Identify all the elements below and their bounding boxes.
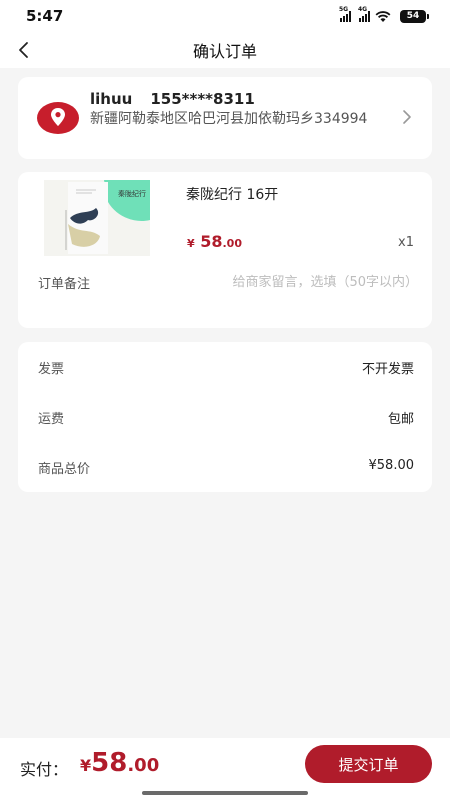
product-title: 秦陇纪行 16开 [186,187,279,203]
product-price: ¥ 58.00 [187,232,242,251]
order-summary-card: 发票 不开发票 运费 包邮 商品总价 ¥58.00 [18,342,432,492]
address-phone: 155****8311 [150,90,255,108]
product-price-int: 58 [200,232,223,251]
product-quantity: x1 [398,235,414,250]
pay-label: 实付： [20,760,69,779]
shipping-row: 运费 包邮 [38,408,414,427]
invoice-label: 发票 [38,362,65,377]
subtotal-label: 商品总价 [38,462,91,477]
pay-amount-int: 58 [91,748,128,778]
network-tag-4g: 4G [358,5,368,13]
remark-input[interactable] [178,270,418,294]
nav-bar: 确认订单 [0,32,450,68]
pay-amount-symbol: ¥ [80,756,92,775]
book-cover-title: 秦陇纪行 [118,189,146,198]
location-pin-icon [37,102,79,134]
product-price-dec: .00 [222,237,243,250]
book-cover-image: 秦陇纪行 [44,180,150,256]
shipping-value: 包邮 [387,412,414,427]
address-card[interactable]: lihuu 155****8311 新疆阿勒泰地区哈巴河县加依勒玛乡334994 [18,77,432,159]
wifi-icon [375,10,391,22]
chevron-left-icon[interactable] [12,38,36,62]
address-detail: 新疆阿勒泰地区哈巴河县加依勒玛乡334994 [90,111,368,127]
page-title: 确认订单 [192,42,257,61]
status-time: 5:47 [26,7,64,25]
remark-label: 订单备注 [38,277,91,292]
subtotal-value: ¥58.00 [368,458,415,473]
battery-icon: 54 [400,9,429,23]
signal-5g-icon: 5G [339,6,351,22]
product-card: 秦陇纪行 秦陇纪行 16开 ¥ 58.00 x1 订单备注 [18,172,432,328]
status-icons: 5G 4G 54 [339,6,429,23]
book-cover-art: 秦陇纪行 [44,180,150,256]
address-name: lihuu [90,90,133,108]
chevron-right-icon [403,110,411,124]
network-tag-5g: 5G [339,5,349,13]
pay-amount: ¥58.00 [80,748,159,778]
status-bar: 5:47 5G 4G 54 [0,0,450,32]
battery-level: 54 [406,11,420,21]
pay-amount-dec: .00 [127,755,160,776]
submit-order-button[interactable]: 提交订单 [305,745,432,783]
signal-4g-icon: 4G [358,6,370,22]
shipping-label: 运费 [38,412,65,427]
address-contact: lihuu 155****8311 [90,90,255,108]
invoice-row[interactable]: 发票 不开发票 [38,358,414,377]
subtotal-row: 商品总价 ¥58.00 [38,458,414,477]
invoice-value: 不开发票 [361,362,414,377]
product-price-symbol: ¥ [187,237,195,250]
home-indicator[interactable] [142,791,308,795]
